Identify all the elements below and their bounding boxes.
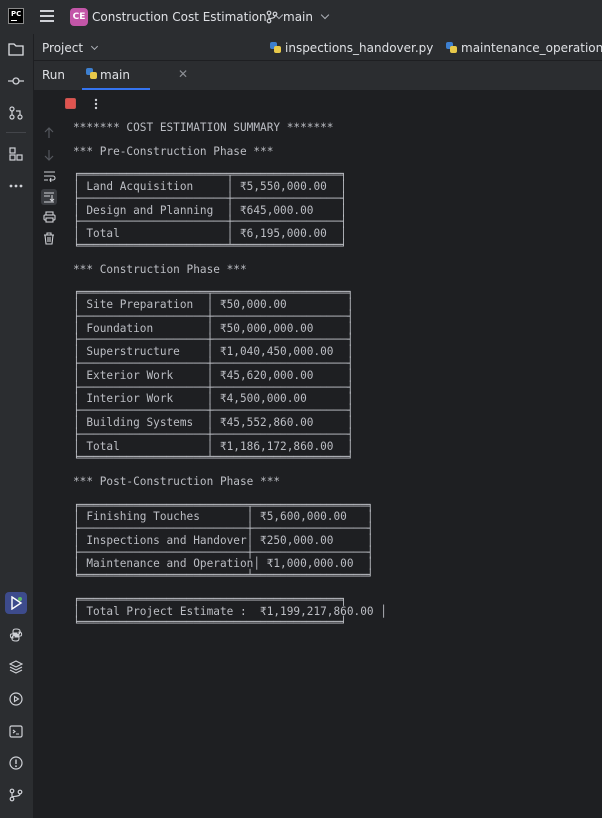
project-selector[interactable]: Construction Cost Estimation (92, 10, 284, 24)
project-label: Project (42, 41, 84, 55)
console-line: ├───────────────────┼───────────────────… (73, 427, 354, 441)
chevron-down-icon (90, 42, 98, 51)
file-tab-label: inspections_handover.py (285, 41, 434, 55)
console-line: │ Land Acquisition │ ₹5,550,000.00 │ (73, 179, 347, 193)
console-line: ╘═══════════════════╧═══════════════════… (73, 451, 354, 465)
run-tool-window-header: Run main ✕ (34, 61, 602, 90)
structure-icon[interactable] (5, 143, 27, 165)
console-line: ╘═══════════════════════════════════════… (73, 616, 347, 630)
title-bar: PC CE Construction Cost Estimation main (0, 0, 602, 35)
console-line: ├──────────────────────┼────────────────… (73, 191, 347, 205)
main-menu-icon[interactable] (40, 10, 54, 22)
console-line: *** Construction Phase *** (73, 262, 247, 276)
scroll-down-icon[interactable] (42, 148, 56, 162)
console-line: *** Post-Construction Phase *** (73, 474, 281, 488)
console-line: │ Site Preparation │ ₹50,000.00 │ (73, 297, 354, 311)
soft-wrap-icon[interactable] (42, 169, 56, 183)
problems-icon[interactable] (5, 752, 27, 774)
trash-icon[interactable] (42, 231, 56, 245)
python-file-icon (86, 68, 97, 79)
console-line: ╘══════════════════════╧════════════════… (73, 238, 347, 252)
tab-maintenance-operation[interactable]: maintenance_operation.py (446, 41, 602, 55)
services-icon[interactable] (5, 688, 27, 710)
more-tools-icon[interactable] (5, 175, 27, 197)
console-line: │ Inspections and Handover│ ₹250,000.00 … (73, 533, 374, 547)
chevron-down-icon (320, 10, 330, 20)
console-line: ╘═════════════════════════╧═════════════… (73, 569, 374, 583)
stop-icon[interactable] (65, 98, 76, 109)
version-control-icon[interactable] (5, 784, 27, 806)
git-branch-icon[interactable] (266, 10, 278, 24)
console-text: ******* COST ESTIMATION SUMMARY ******* … (64, 118, 602, 629)
project-folder-icon[interactable] (5, 38, 27, 60)
branch-name: main (283, 10, 313, 24)
branch-selector[interactable]: main (283, 10, 330, 24)
python-packages-icon[interactable] (5, 656, 27, 678)
scroll-to-end-icon[interactable] (41, 189, 57, 205)
console-output[interactable]: ******* COST ESTIMATION SUMMARY ******* … (64, 118, 602, 818)
run-tool-icon[interactable] (5, 592, 27, 614)
python-console-icon[interactable] (5, 624, 27, 646)
project-name: Construction Cost Estimation (92, 10, 267, 24)
project-view-selector[interactable]: Project (42, 41, 98, 55)
console-toolbar (34, 90, 602, 118)
scroll-up-icon[interactable] (42, 126, 56, 140)
pull-requests-icon[interactable] (5, 102, 27, 124)
console-line: ├───────────────────┼───────────────────… (73, 356, 354, 370)
project-badge[interactable]: CE (70, 8, 88, 26)
console-line: │ Exterior Work │ ₹45,620,000.00 │ (73, 368, 354, 382)
tool-window-strip (0, 34, 34, 818)
python-file-icon (270, 42, 281, 53)
more-options-icon[interactable] (94, 98, 98, 110)
commit-icon[interactable] (5, 70, 27, 92)
python-file-icon (446, 42, 457, 53)
console-line: ******* COST ESTIMATION SUMMARY ******* (73, 121, 334, 134)
print-icon[interactable] (42, 210, 56, 224)
file-tab-label: maintenance_operation.py (461, 41, 602, 55)
console-line: *** Pre-Construction Phase *** (73, 144, 274, 158)
run-config-name: main (100, 68, 130, 82)
pycharm-logo-icon[interactable]: PC (8, 8, 24, 24)
console-line: │ Building Systems │ ₹45,552,860.00 │ (73, 415, 354, 429)
run-config-tab[interactable]: main ✕ (82, 61, 188, 90)
console-line: ├───────────────────┼───────────────────… (73, 309, 354, 323)
close-icon[interactable]: ✕ (178, 67, 188, 81)
terminal-icon[interactable] (5, 720, 27, 742)
run-title: Run (42, 68, 66, 82)
tab-inspections-handover[interactable]: inspections_handover.py (270, 41, 433, 55)
editor-tabs-bar: Project inspections_handover.py maintena… (34, 34, 602, 61)
console-line: ╒═══════════════════════════════════════… (73, 592, 347, 606)
console-side-toolbar (34, 90, 64, 818)
separator (6, 132, 26, 133)
